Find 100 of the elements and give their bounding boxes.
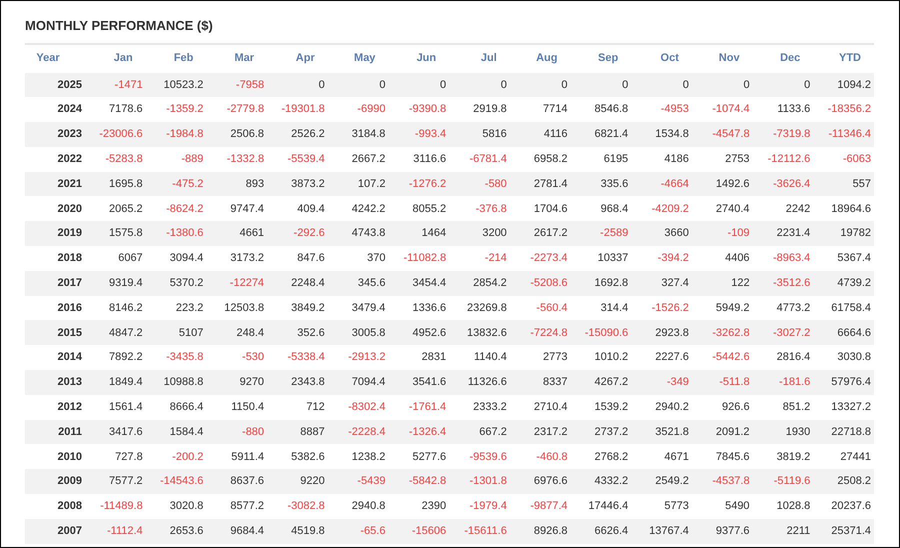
value-cell: 926.6 — [722, 401, 750, 413]
value-cell: -3512.6 — [772, 277, 810, 290]
value-cell: 4847.2 — [109, 326, 143, 339]
year-cell: 2020 — [58, 202, 82, 215]
value-cell: -4664 — [660, 178, 689, 190]
value-cell: 4952.6 — [412, 326, 446, 339]
value-cell: -394.2 — [658, 252, 689, 264]
year-cell: 2007 — [58, 524, 82, 537]
value-cell: 5367.4 — [837, 252, 871, 264]
value-cell: -11346.4 — [828, 128, 871, 140]
value-cell: 13832.6 — [467, 326, 507, 339]
value-cell: -530 — [242, 351, 264, 364]
value-cell: 3873.2 — [291, 178, 325, 190]
value-cell: -349 — [666, 376, 689, 388]
value-cell: 3005.8 — [352, 326, 386, 339]
value-cell: 4661 — [240, 227, 264, 240]
value-cell: 2816.4 — [776, 351, 810, 364]
value-cell: 1336.6 — [412, 302, 446, 314]
value-cell: -3626.4 — [772, 178, 810, 190]
value-cell: 9220 — [300, 475, 325, 488]
value-cell: -15606 — [412, 524, 446, 537]
value-cell: 2506.8 — [230, 128, 264, 140]
value-cell: 10337 — [598, 252, 628, 264]
value-cell: -2228.4 — [348, 426, 386, 438]
value-cell: 23269.8 — [467, 302, 507, 314]
value-cell: -5442.6 — [712, 351, 750, 364]
value-cell: 1133.6 — [777, 103, 810, 116]
column-header: Year — [36, 52, 60, 64]
value-cell: 4743.8 — [352, 227, 386, 240]
value-cell: 9684.4 — [230, 524, 264, 537]
value-cell: -2589 — [600, 227, 628, 240]
value-cell: -3262.8 — [712, 326, 750, 339]
value-cell: 1094.2 — [837, 78, 871, 91]
value-cell: -3027.2 — [772, 326, 810, 339]
value-cell: 3541.6 — [412, 376, 446, 388]
value-cell: -5119.6 — [774, 475, 810, 488]
value-cell: 0 — [804, 78, 810, 91]
value-cell: 409.4 — [297, 202, 325, 215]
value-cell: 3184.8 — [352, 128, 386, 140]
value-cell: 1238.2 — [352, 450, 386, 463]
value-cell: 0 — [379, 78, 386, 91]
value-cell: -7224.8 — [530, 326, 568, 339]
value-cell: 2919.8 — [473, 103, 507, 116]
value-cell: 5277.6 — [412, 450, 446, 463]
value-cell: 4406 — [725, 252, 750, 264]
value-cell: 5949.2 — [716, 302, 750, 314]
value-cell: 2617.2 — [534, 227, 568, 240]
value-cell: -5539.4 — [287, 153, 325, 166]
column-header: Apr — [296, 52, 315, 64]
value-cell: 2753 — [725, 153, 750, 166]
value-cell: 18964.6 — [831, 202, 871, 215]
value-cell: 1575.8 — [109, 227, 143, 240]
value-cell: 0 — [500, 78, 507, 91]
value-cell: -15611.6 — [464, 524, 507, 537]
value-cell: 1584.4 — [170, 426, 204, 438]
value-cell: 3173.2 — [230, 252, 264, 264]
year-cell: 2012 — [58, 401, 82, 413]
section-title: MONTHLY PERFORMANCE ($) — [25, 16, 874, 44]
value-cell: 3819.2 — [776, 450, 810, 463]
value-cell: 7714 — [543, 103, 568, 116]
value-cell: 1534.8 — [655, 128, 689, 140]
value-cell: 0 — [318, 78, 325, 91]
value-cell: 8637.6 — [230, 475, 264, 488]
value-cell: 1704.6 — [534, 202, 568, 215]
value-cell: 2526.2 — [291, 128, 325, 140]
value-cell: 5107 — [178, 326, 204, 339]
value-cell: -181.6 — [779, 376, 810, 388]
value-cell: -1471 — [114, 78, 143, 91]
value-cell: -5439 — [357, 475, 386, 488]
value-cell: -889 — [181, 153, 204, 166]
value-cell: 61758.4 — [831, 302, 871, 314]
value-cell: -3435.8 — [166, 351, 204, 364]
value-cell: -9390.8 — [408, 103, 446, 116]
value-cell: 893 — [246, 178, 264, 190]
value-cell: 1464 — [422, 227, 446, 240]
value-cell: 6958.2 — [534, 153, 568, 166]
year-cell: 2011 — [58, 426, 82, 438]
value-cell: -214 — [484, 252, 507, 264]
value-cell: 345.6 — [358, 277, 386, 290]
value-cell: 3454.4 — [412, 277, 446, 290]
value-cell: -1326.4 — [408, 426, 446, 438]
value-cell: 370 — [367, 252, 386, 264]
value-cell: -560.4 — [536, 302, 568, 314]
value-cell: -4209.2 — [652, 202, 689, 215]
value-cell: 352.6 — [297, 326, 325, 339]
value-cell: -2779.8 — [226, 103, 264, 116]
value-cell: 4186 — [664, 153, 689, 166]
value-cell: 20237.6 — [831, 500, 871, 512]
value-cell: -7319.8 — [772, 128, 810, 140]
value-cell: 4332.2 — [594, 475, 628, 488]
column-header: Jun — [416, 52, 436, 64]
value-cell: 557 — [852, 178, 871, 190]
value-cell: 0 — [561, 78, 568, 91]
value-cell: 7892.2 — [109, 351, 143, 364]
value-cell: 1492.6 — [716, 178, 750, 190]
value-cell: 19782 — [840, 227, 871, 240]
value-cell: 8055.2 — [412, 202, 446, 215]
value-cell: -1380.6 — [166, 227, 204, 240]
value-cell: -6063 — [842, 153, 871, 166]
value-cell: -460.8 — [536, 450, 568, 463]
